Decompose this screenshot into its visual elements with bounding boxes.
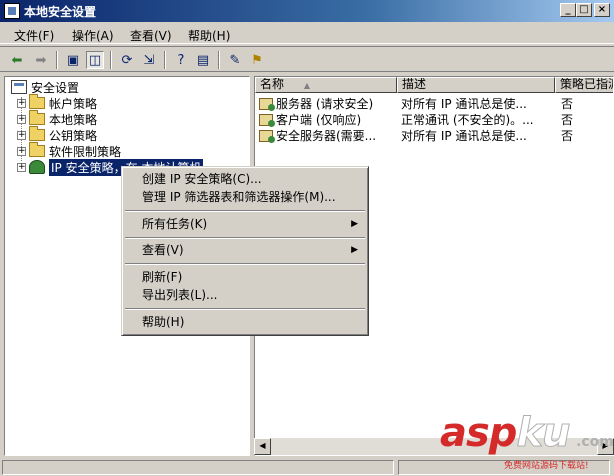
folder-icon (29, 110, 45, 125)
status-panel-main (2, 460, 394, 475)
show-tree-icon[interactable]: ◫ (86, 51, 104, 69)
tree-item-label: 本地策略 (49, 112, 98, 127)
help-icon[interactable]: ? (172, 51, 190, 69)
menu-action[interactable]: 操作(A) (72, 27, 114, 44)
tree-root-label: 安全设置 (31, 80, 80, 95)
folder-icon (29, 94, 45, 109)
menu-item-create-ip-policy[interactable]: 创建 IP 安全策略(C)... (142, 171, 366, 188)
tree-item-label: 帐户策略 (49, 96, 98, 111)
security-settings-icon (11, 80, 27, 94)
horizontal-scrollbar[interactable]: ◀ ▶ (254, 438, 614, 455)
menu-file[interactable]: 文件(F) (14, 27, 54, 44)
status-bar (0, 458, 614, 476)
new-policy-icon[interactable]: ✎ (226, 51, 244, 69)
list-header: 名称 ▲ 描述 策略已指派 (255, 77, 613, 93)
menu-separator (125, 237, 365, 239)
toolbar: ⬅ ➡ ▣ ◫ ⟳ ⇲ ? ▤ ✎ ⚑ (0, 46, 614, 72)
status-panel-secondary (398, 460, 610, 475)
export-icon[interactable]: ⇲ (140, 51, 158, 69)
menu-item-export-list[interactable]: 导出列表(L)... (142, 287, 366, 304)
menu-help[interactable]: 帮助(H) (188, 27, 230, 44)
list-item[interactable]: 安全服务器(需要... 对所有 IP 通讯总是使... 否 (255, 126, 613, 144)
tree-item-label: 公钥策略 (49, 128, 98, 143)
toolbar-separator (56, 51, 58, 69)
toolbar-separator (164, 51, 166, 69)
expand-icon[interactable]: + (17, 162, 26, 172)
folder-icon (29, 142, 45, 157)
tree-root[interactable]: 安全设置 (11, 79, 79, 95)
menu-item-refresh[interactable]: 刷新(F) (142, 269, 366, 286)
sort-ascending-icon: ▲ (303, 81, 310, 90)
policy-icon (259, 130, 275, 143)
menu-view[interactable]: 查看(V) (130, 27, 172, 44)
tree-item-label: 软件限制策略 (49, 144, 122, 159)
tree-item-local-policy[interactable]: + 本地策略 (17, 110, 98, 127)
menu-item-help[interactable]: 帮助(H) (142, 314, 366, 331)
close-button[interactable]: × (594, 3, 610, 17)
scroll-left-icon[interactable]: ◀ (254, 438, 271, 455)
expand-icon[interactable]: + (17, 146, 26, 156)
title-bar: 本地安全设置 _ □ × (0, 0, 614, 22)
menu-item-all-tasks[interactable]: 所有任务(K) ▶ (142, 216, 366, 233)
expand-icon[interactable]: + (17, 98, 26, 108)
list-item[interactable]: 客户端 (仅响应) 正常通讯 (不安全的)。... 否 (255, 110, 613, 127)
policy-icon (259, 98, 275, 111)
back-arrow-icon[interactable]: ⬅ (8, 51, 26, 69)
forward-arrow-icon[interactable]: ➡ (32, 51, 50, 69)
menu-bar: 文件(F) 操作(A) 查看(V) 帮助(H) (0, 24, 614, 44)
folder-icon (29, 126, 45, 141)
policy-icon (259, 114, 275, 127)
ip-security-icon (29, 160, 45, 174)
expand-icon[interactable]: + (17, 114, 26, 124)
app-icon (4, 3, 20, 19)
expand-icon[interactable]: + (17, 130, 26, 140)
properties-icon[interactable]: ▤ (194, 51, 212, 69)
tree-item-software-restriction[interactable]: + 软件限制策略 (17, 142, 122, 159)
tree-item-public-key-policy[interactable]: + 公钥策略 (17, 126, 98, 143)
submenu-arrow-icon: ▶ (351, 219, 358, 229)
minimize-button[interactable]: _ (560, 3, 576, 17)
refresh-icon[interactable]: ⟳ (118, 51, 136, 69)
toolbar-separator (218, 51, 220, 69)
policy-description: 对所有 IP 通讯总是使... (401, 129, 527, 143)
column-header-name[interactable]: 名称 ▲ (255, 77, 397, 93)
menu-separator (125, 210, 365, 212)
menu-separator (125, 308, 365, 310)
list-item[interactable]: 服务器 (请求安全) 对所有 IP 通讯总是使... 否 (255, 94, 613, 111)
tree-item-account-policy[interactable]: + 帐户策略 (17, 94, 98, 111)
maximize-button[interactable]: □ (576, 3, 592, 17)
scroll-right-icon[interactable]: ▶ (597, 438, 614, 455)
menu-item-view[interactable]: 查看(V) ▶ (142, 242, 366, 259)
up-folder-icon[interactable]: ▣ (64, 51, 82, 69)
column-header-assigned[interactable]: 策略已指派 (555, 77, 613, 93)
window-title: 本地安全设置 (24, 5, 97, 19)
submenu-arrow-icon: ▶ (351, 245, 358, 255)
column-header-description[interactable]: 描述 (397, 77, 555, 93)
policy-assigned: 否 (561, 129, 574, 143)
toolbar-separator (110, 51, 112, 69)
context-menu: 创建 IP 安全策略(C)... 管理 IP 筛选器表和筛选器操作(M)... … (121, 166, 369, 336)
policy-name: 安全服务器(需要... (259, 127, 397, 144)
assign-icon[interactable]: ⚑ (248, 51, 266, 69)
menu-item-manage-ip-filters[interactable]: 管理 IP 筛选器表和筛选器操作(M)... (142, 189, 366, 206)
menu-separator (125, 263, 365, 265)
